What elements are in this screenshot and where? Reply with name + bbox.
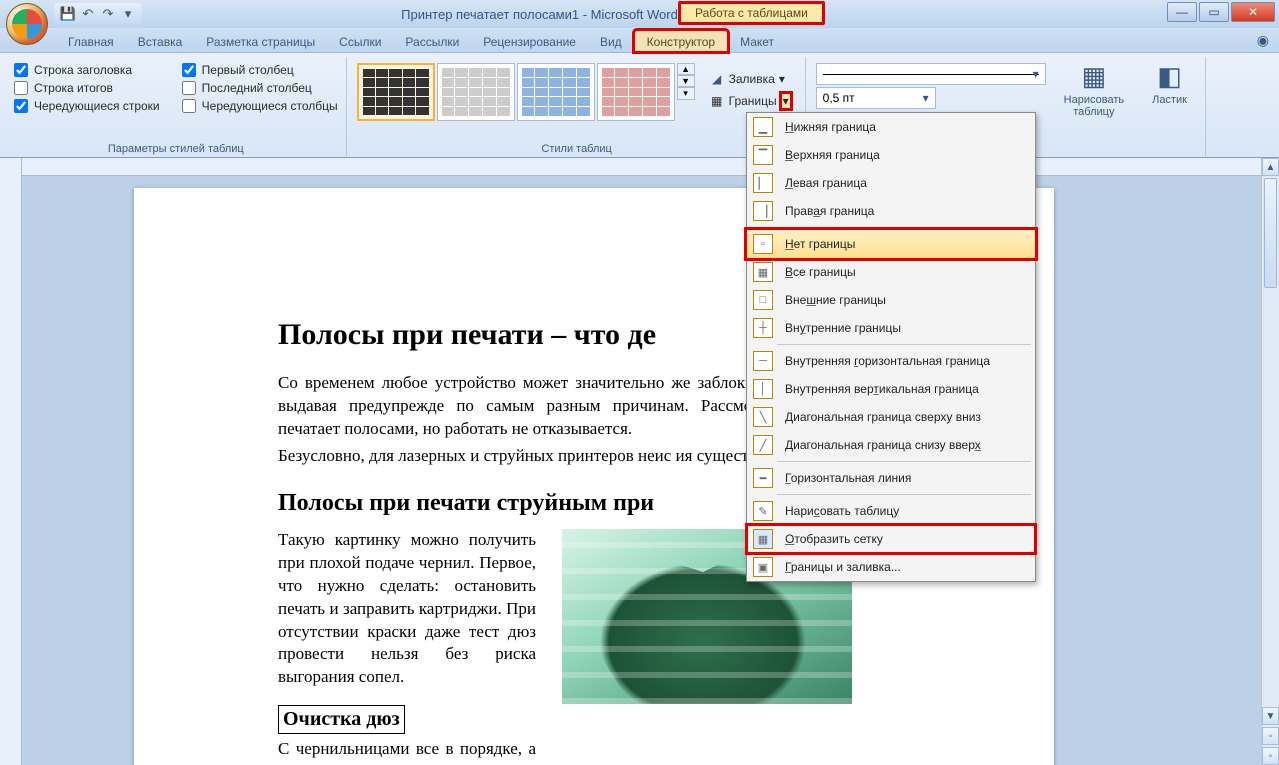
office-button[interactable] — [6, 3, 48, 45]
table-style-3[interactable] — [517, 63, 595, 121]
dd-view-gridlines[interactable]: ▦Отобразить сетку — [747, 525, 1035, 553]
group-table-styles: ▲ ▼ ▾ ◢Заливка ▾ ▦Границы▾ Стили таблиц — [349, 57, 806, 157]
doc-heading-3: Очистка дюз — [278, 705, 405, 734]
top-border-icon: ▔ — [753, 145, 773, 165]
pencil-table-icon: ▦ — [1082, 61, 1107, 92]
tab-design[interactable]: Конструктор — [634, 30, 728, 52]
dd-diagonal-down[interactable]: ╲Диагональная граница сверху вниз — [747, 403, 1035, 431]
scroll-down-button[interactable]: ▼ — [1262, 707, 1279, 725]
borders-dropdown-menu: ▁ННижняя границаижняя граница ▔Верхняя г… — [746, 112, 1036, 582]
doc-paragraph-4: С чернильницами все в порядке, а принтер… — [278, 738, 536, 765]
dd-draw-table[interactable]: ✎Нарисовать таблицу — [747, 497, 1035, 525]
bottom-border-icon: ▁ — [753, 117, 773, 137]
dd-inside-horizontal[interactable]: ─Внутренняя горизонтальная граница — [747, 347, 1035, 375]
dd-outside-borders[interactable]: □Внешние границы — [747, 286, 1035, 314]
help-icon[interactable]: ◉ — [1257, 32, 1269, 49]
check-total-row[interactable]: Строка итогов — [14, 81, 160, 95]
dd-borders-and-shading[interactable]: ▣Границы и заливка... — [747, 553, 1035, 581]
prev-page-button[interactable]: ◦ — [1262, 727, 1279, 745]
ribbon: Строка заголовка Строка итогов Чередующи… — [0, 52, 1279, 158]
contextual-tab-label: Работа с таблицами — [678, 1, 825, 25]
check-banded-cols[interactable]: Чередующиеся столбцы — [182, 99, 338, 113]
draw-table-button[interactable]: ▦Нарисовать таблицу — [1054, 57, 1134, 122]
shading-button[interactable]: ◢Заливка ▾ — [703, 69, 797, 89]
maximize-button[interactable]: ▭ — [1199, 2, 1229, 22]
doc-paragraph-3: Такую картинку можно получить при плохой… — [278, 529, 536, 690]
inside-v-border-icon: │ — [753, 379, 773, 399]
draw-table-icon: ✎ — [753, 501, 773, 521]
save-icon[interactable]: 💾 — [60, 6, 76, 22]
diag-up-icon: ╱ — [753, 435, 773, 455]
minimize-button[interactable]: — — [1167, 2, 1197, 22]
check-last-col[interactable]: Последний столбец — [182, 81, 338, 95]
quick-access-toolbar: 💾 ↶ ↷ ▾ — [54, 3, 142, 25]
horizontal-ruler[interactable] — [22, 158, 1261, 176]
styles-more[interactable]: ▾ — [677, 87, 695, 100]
group-label-styles: Стили таблиц — [357, 143, 797, 157]
scroll-thumb[interactable] — [1264, 178, 1277, 288]
ribbon-tabs: Главная Вставка Разметка страницы Ссылки… — [0, 28, 1279, 52]
window-title: Принтер печатает полосами1 - Microsoft W… — [0, 7, 1079, 22]
diag-down-icon: ╲ — [753, 407, 773, 427]
dd-diagonal-up[interactable]: ╱Диагональная граница снизу вверх — [747, 431, 1035, 459]
undo-icon[interactable]: ↶ — [80, 6, 96, 22]
tab-page-layout[interactable]: Разметка страницы — [194, 31, 327, 52]
table-style-2[interactable] — [437, 63, 515, 121]
tab-review[interactable]: Рецензирование — [471, 31, 588, 52]
tab-mailings[interactable]: Рассылки — [393, 31, 471, 52]
dd-left-border[interactable]: ▏Левая граница — [747, 169, 1035, 197]
borders-icon: ▦ — [709, 93, 725, 109]
styles-scroll-up[interactable]: ▲ — [677, 63, 695, 75]
check-first-col[interactable]: Первый столбец — [182, 63, 338, 77]
eraser-icon: ◧ — [1157, 61, 1182, 92]
dd-inside-vertical[interactable]: │Внутренняя вертикальная граница — [747, 375, 1035, 403]
dd-all-borders[interactable]: ▦Все границы — [747, 258, 1035, 286]
table-style-4[interactable] — [597, 63, 675, 121]
title-bar: 💾 ↶ ↷ ▾ Принтер печатает полосами1 - Mic… — [0, 0, 1279, 28]
borders-button[interactable]: ▦Границы▾ — [703, 91, 797, 111]
tab-layout[interactable]: Макет — [728, 31, 786, 52]
dd-top-border[interactable]: ▔Верхняя граница — [747, 141, 1035, 169]
no-border-icon: ▫ — [753, 234, 773, 254]
dd-no-border[interactable]: ▫Нет границы — [746, 229, 1036, 259]
group-table-style-options: Строка заголовка Строка итогов Чередующи… — [6, 57, 347, 157]
eraser-button[interactable]: ◧Ластик — [1142, 57, 1197, 122]
check-banded-rows[interactable]: Чередующиеся строки — [14, 99, 160, 113]
table-style-1[interactable] — [357, 63, 435, 121]
close-button[interactable]: ✕ — [1231, 2, 1275, 22]
tab-references[interactable]: Ссылки — [327, 31, 393, 52]
vertical-scrollbar[interactable]: ▲ ▼ ◦ ◦ — [1261, 158, 1279, 765]
borders-dropdown-arrow[interactable]: ▾ — [781, 93, 791, 109]
left-border-icon: ▏ — [753, 173, 773, 193]
scroll-up-button[interactable]: ▲ — [1262, 158, 1279, 176]
dd-right-border[interactable]: ▕Правая граница — [747, 197, 1035, 225]
vertical-ruler[interactable] — [0, 158, 22, 765]
tab-insert[interactable]: Вставка — [126, 31, 195, 52]
dd-bottom-border[interactable]: ▁ННижняя границаижняя граница — [747, 113, 1035, 141]
paint-bucket-icon: ◢ — [709, 71, 725, 87]
tab-home[interactable]: Главная — [56, 31, 126, 52]
dd-inside-borders[interactable]: ┼Внутренние границы — [747, 314, 1035, 342]
all-borders-icon: ▦ — [753, 262, 773, 282]
styles-scroll-down[interactable]: ▼ — [677, 75, 695, 87]
check-header-row[interactable]: Строка заголовка — [14, 63, 160, 77]
tab-view[interactable]: Вид — [588, 31, 634, 52]
inside-h-border-icon: ─ — [753, 351, 773, 371]
dd-horizontal-line[interactable]: ━Горизонтальная линия — [747, 464, 1035, 492]
borders-shading-icon: ▣ — [753, 557, 773, 577]
pen-style-select[interactable] — [816, 63, 1046, 85]
redo-icon[interactable]: ↷ — [100, 6, 116, 22]
group-label-options: Параметры стилей таблиц — [14, 143, 338, 157]
document-area: Полосы при печати – что де Со временем л… — [0, 158, 1261, 765]
hline-icon: ━ — [753, 468, 773, 488]
gridlines-icon: ▦ — [753, 529, 773, 549]
right-border-icon: ▕ — [753, 201, 773, 221]
pen-weight-select[interactable]: 0,5 пт — [816, 87, 936, 109]
inside-borders-icon: ┼ — [753, 318, 773, 338]
next-page-button[interactable]: ◦ — [1262, 747, 1279, 765]
outside-borders-icon: □ — [753, 290, 773, 310]
qat-more-icon[interactable]: ▾ — [120, 6, 136, 22]
